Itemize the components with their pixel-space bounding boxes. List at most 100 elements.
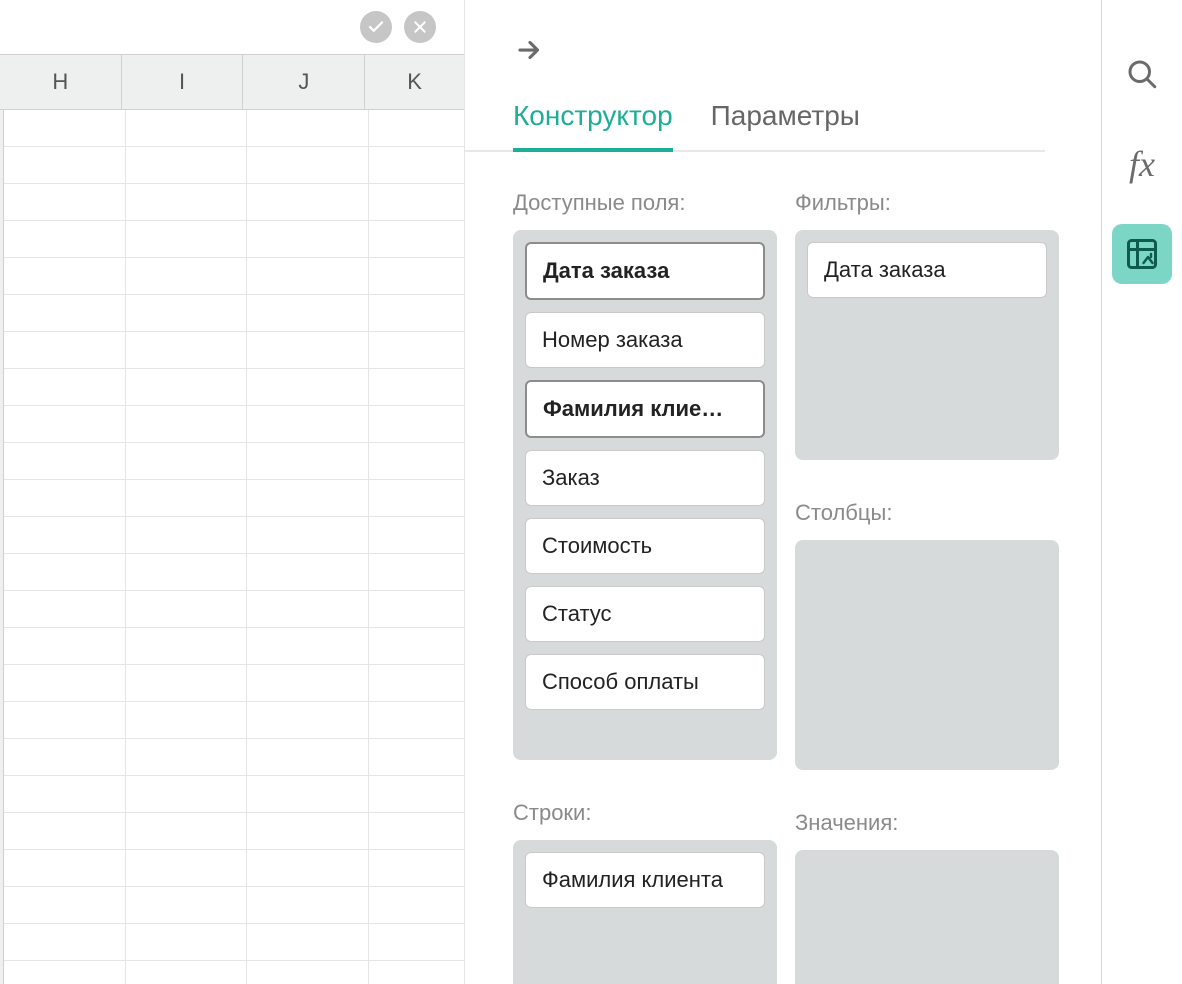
cell[interactable] xyxy=(4,739,126,775)
cell[interactable] xyxy=(369,221,464,257)
cell[interactable] xyxy=(4,369,126,405)
cell[interactable] xyxy=(126,813,248,849)
cell[interactable] xyxy=(247,739,369,775)
pivot-button[interactable] xyxy=(1112,224,1172,284)
cell[interactable] xyxy=(247,258,369,294)
cell[interactable] xyxy=(126,887,248,923)
field-pill[interactable]: Фамилия клиента xyxy=(525,852,765,908)
cell[interactable] xyxy=(369,480,464,516)
grid-row[interactable] xyxy=(4,850,464,887)
cell[interactable] xyxy=(369,813,464,849)
cell[interactable] xyxy=(247,147,369,183)
cell[interactable] xyxy=(247,332,369,368)
col-header-i[interactable]: I xyxy=(122,55,244,109)
cell[interactable] xyxy=(369,332,464,368)
cell[interactable] xyxy=(247,924,369,960)
field-pill[interactable]: Способ оплаты xyxy=(525,654,765,710)
cell[interactable] xyxy=(4,702,126,738)
cell[interactable] xyxy=(4,332,126,368)
cell[interactable] xyxy=(4,813,126,849)
cell[interactable] xyxy=(369,739,464,775)
search-button[interactable] xyxy=(1112,44,1172,104)
cell[interactable] xyxy=(247,110,369,146)
cell[interactable] xyxy=(126,184,248,220)
cell[interactable] xyxy=(4,443,126,479)
grid-row[interactable] xyxy=(4,628,464,665)
cell[interactable] xyxy=(4,258,126,294)
field-pill[interactable]: Стоимость xyxy=(525,518,765,574)
cell[interactable] xyxy=(4,517,126,553)
cell[interactable] xyxy=(126,924,248,960)
cell[interactable] xyxy=(369,517,464,553)
cell[interactable] xyxy=(369,665,464,701)
cell[interactable] xyxy=(4,554,126,590)
grid-row[interactable] xyxy=(4,665,464,702)
cell[interactable] xyxy=(369,443,464,479)
cell[interactable] xyxy=(369,406,464,442)
cell[interactable] xyxy=(126,554,248,590)
cell[interactable] xyxy=(4,924,126,960)
grid-row[interactable] xyxy=(4,443,464,480)
cell[interactable] xyxy=(247,961,369,984)
cell[interactable] xyxy=(4,480,126,516)
accept-button[interactable] xyxy=(360,11,392,43)
cell[interactable] xyxy=(126,332,248,368)
field-pill[interactable]: Статус xyxy=(525,586,765,642)
cell[interactable] xyxy=(369,924,464,960)
values-zone[interactable] xyxy=(795,850,1059,984)
cell[interactable] xyxy=(126,628,248,664)
cell[interactable] xyxy=(247,591,369,627)
cell[interactable] xyxy=(4,406,126,442)
cell[interactable] xyxy=(4,850,126,886)
tab-constructor[interactable]: Конструктор xyxy=(513,100,673,150)
col-header-k[interactable]: K xyxy=(365,55,464,109)
grid-row[interactable] xyxy=(4,110,464,147)
cell[interactable] xyxy=(126,221,248,257)
cell[interactable] xyxy=(126,961,248,984)
cell[interactable] xyxy=(369,961,464,984)
cell[interactable] xyxy=(126,850,248,886)
cell[interactable] xyxy=(126,517,248,553)
grid-row[interactable] xyxy=(4,739,464,776)
cell[interactable] xyxy=(126,665,248,701)
cell[interactable] xyxy=(4,184,126,220)
cell[interactable] xyxy=(4,110,126,146)
cell[interactable] xyxy=(247,369,369,405)
field-pill[interactable]: Дата заказа xyxy=(525,242,765,300)
cell[interactable] xyxy=(4,221,126,257)
cell[interactable] xyxy=(247,776,369,812)
grid-row[interactable] xyxy=(4,924,464,961)
cell[interactable] xyxy=(369,258,464,294)
cell[interactable] xyxy=(369,369,464,405)
col-header-j[interactable]: J xyxy=(243,55,365,109)
cell[interactable] xyxy=(369,110,464,146)
cell[interactable] xyxy=(369,628,464,664)
grid-row[interactable] xyxy=(4,332,464,369)
cell[interactable] xyxy=(126,591,248,627)
cell[interactable] xyxy=(247,221,369,257)
cancel-button[interactable] xyxy=(404,11,436,43)
grid-row[interactable] xyxy=(4,258,464,295)
columns-zone[interactable] xyxy=(795,540,1059,770)
cell[interactable] xyxy=(247,702,369,738)
available-fields-zone[interactable]: Дата заказа Номер заказа Фамилия клие… З… xyxy=(513,230,777,760)
field-pill[interactable]: Номер заказа xyxy=(525,312,765,368)
cell[interactable] xyxy=(369,295,464,331)
cell[interactable] xyxy=(4,887,126,923)
cell[interactable] xyxy=(126,443,248,479)
cell[interactable] xyxy=(4,961,126,984)
cell[interactable] xyxy=(247,406,369,442)
cell[interactable] xyxy=(4,628,126,664)
grid-row[interactable] xyxy=(4,554,464,591)
cell[interactable] xyxy=(247,665,369,701)
filters-zone[interactable]: Дата заказа xyxy=(795,230,1059,460)
cell[interactable] xyxy=(369,887,464,923)
cell[interactable] xyxy=(247,443,369,479)
grid-row[interactable] xyxy=(4,887,464,924)
grid-row[interactable] xyxy=(4,147,464,184)
grid-row[interactable] xyxy=(4,406,464,443)
cell[interactable] xyxy=(4,776,126,812)
field-pill[interactable]: Дата заказа xyxy=(807,242,1047,298)
cell[interactable] xyxy=(247,887,369,923)
col-header-h[interactable]: H xyxy=(0,55,122,109)
